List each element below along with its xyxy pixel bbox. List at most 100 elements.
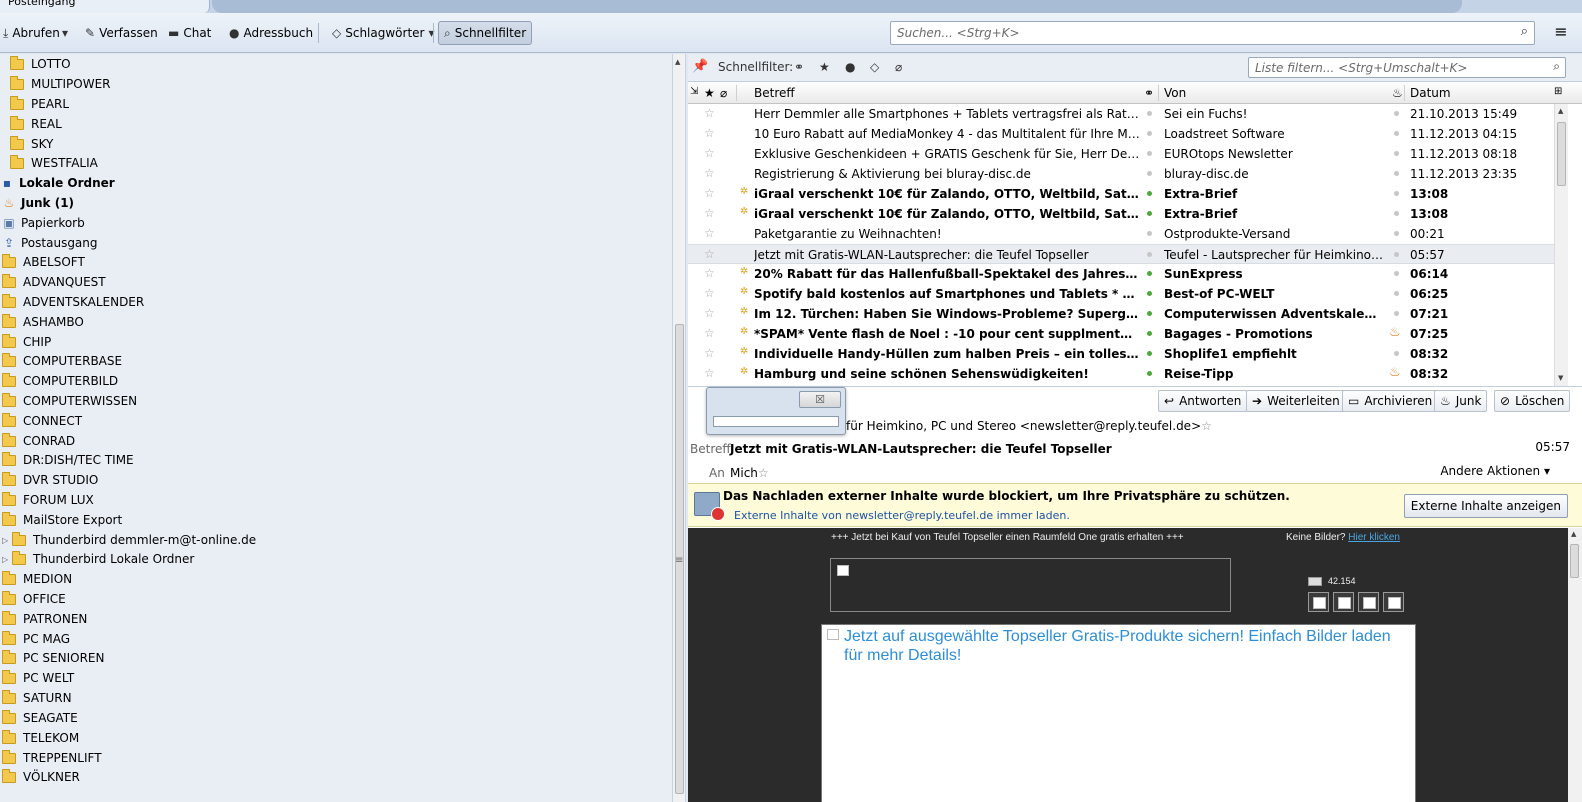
splitter-grip-icon[interactable]: ≡ <box>675 555 683 566</box>
folder-scrollbar[interactable]: ▲ <box>672 54 686 802</box>
folder-local[interactable]: ▪ Lokale Ordner <box>0 173 115 193</box>
junk-button[interactable]: ♨ Junk <box>1434 390 1488 412</box>
content-text[interactable]: Jetzt auf ausgewählte Topseller Gratis-P… <box>844 627 1409 665</box>
message-row[interactable]: ☆ ✲ iGraal verschenkt 10€ für Zalando, OTT… <box>688 184 1568 204</box>
pin-icon[interactable]: 📌 <box>692 59 708 74</box>
email-body-scrollbar[interactable]: ▲ <box>1568 528 1582 802</box>
scroll-up-icon[interactable]: ▲ <box>1571 530 1576 538</box>
junk-flame-icon[interactable]: ♨ <box>1389 365 1401 380</box>
folder-item[interactable]: VÖLKNER <box>2 767 80 787</box>
close-button[interactable]: ☒ <box>799 391 841 408</box>
thread-column-icon[interactable]: ⇲ <box>690 86 698 97</box>
from-column-header[interactable]: Von <box>1164 86 1186 100</box>
subject-column-header[interactable]: Betreff <box>754 86 795 100</box>
junk-flame-icon[interactable]: ♨ <box>1389 325 1401 340</box>
junk-dot-icon[interactable] <box>1394 271 1399 276</box>
junk-dot-icon[interactable] <box>1394 191 1399 196</box>
folder-item[interactable]: MEDION <box>2 569 72 589</box>
folder-item[interactable]: PC WELT <box>2 668 74 688</box>
folder-junk[interactable]: ♨ Junk (1) <box>2 193 74 213</box>
notice-link[interactable]: Externe Inhalte von newsletter@reply.teu… <box>734 509 1070 522</box>
contact-filter-icon[interactable]: ● <box>845 60 855 74</box>
folder-item[interactable]: ASHAMBO <box>2 312 84 332</box>
filter-input[interactable]: Liste filtern... <Strg+Umschalt+K> ⌕ <box>1248 57 1566 78</box>
scroll-thumb[interactable] <box>1557 122 1566 186</box>
scroll-up-icon[interactable]: ▲ <box>675 58 680 66</box>
folder-account-2[interactable]: ▷ Thunderbird Lokale Ordner <box>2 549 194 569</box>
star-icon[interactable]: ☆ <box>704 306 715 320</box>
star-icon[interactable]: ☆ <box>704 166 715 180</box>
folder-item[interactable]: WESTFALIA <box>10 153 98 173</box>
message-row[interactable]: ☆ Exklusive Geschenkideen + GRATIS Gesche… <box>688 144 1568 164</box>
star-icon[interactable]: ☆ <box>704 247 715 261</box>
folder-item[interactable]: REAL <box>10 114 62 134</box>
junk-dot-icon[interactable] <box>1394 111 1399 116</box>
compose-button[interactable]: ✎ Verfassen <box>80 21 163 45</box>
star-icon[interactable]: ☆ <box>704 206 715 220</box>
delete-button[interactable]: ⊘ Löschen <box>1494 390 1571 412</box>
junk-dot-icon[interactable] <box>1394 231 1399 236</box>
folder-outbox[interactable]: ⇪ Postausgang <box>2 233 98 253</box>
folder-item[interactable]: COMPUTERBASE <box>2 351 122 371</box>
column-picker-icon[interactable]: ⊞ <box>1554 86 1562 97</box>
read-dot-icon[interactable] <box>1147 252 1152 257</box>
archive-button[interactable]: ▭ Archivieren <box>1342 390 1439 412</box>
read-dot-icon[interactable] <box>1147 151 1152 156</box>
tab-inbox[interactable]: Posteingang <box>0 0 210 13</box>
unread-dot-icon[interactable] <box>1147 371 1152 376</box>
star-icon[interactable]: ☆ <box>758 466 769 480</box>
message-row[interactable]: ☆ Paketgarantie zu Weihnachten! Ostprodukt… <box>688 224 1568 244</box>
message-row[interactable]: ☆ 10 Euro Rabatt auf MediaMonkey 4 - das … <box>688 124 1568 144</box>
star-icon[interactable]: ☆ <box>704 186 715 200</box>
message-row[interactable]: ☆ ✲ Im 12. Türchen: Haben Sie Windows-Prob… <box>688 304 1568 324</box>
from-address[interactable]: für Heimkino, PC und Stereo <newsletter@… <box>846 419 1201 433</box>
show-remote-content-button[interactable]: Externe Inhalte anzeigen <box>1403 494 1568 518</box>
folder-item[interactable]: CONRAD <box>2 431 75 451</box>
scroll-up-icon[interactable]: ▲ <box>1558 107 1563 115</box>
folder-item[interactable]: MailStore Export <box>2 510 122 530</box>
star-icon[interactable]: ☆ <box>704 106 715 120</box>
tag-filter-icon[interactable]: ◇ <box>870 60 879 74</box>
junk-dot-icon[interactable] <box>1394 171 1399 176</box>
click-here-link[interactable]: Hier klicken <box>1348 532 1400 543</box>
app-menu-button[interactable]: ≡ <box>1552 23 1570 41</box>
folder-item[interactable]: PEARL <box>10 94 69 114</box>
social-image-icon[interactable] <box>1308 592 1329 612</box>
like-icon[interactable] <box>1308 576 1322 586</box>
star-icon[interactable]: ☆ <box>704 346 715 360</box>
folder-item[interactable]: SEAGATE <box>2 708 78 728</box>
social-image-icon[interactable] <box>1358 592 1379 612</box>
message-row[interactable]: ☆ Herr Demmler alle Smartphones + Tablets… <box>688 104 1568 124</box>
fetch-button[interactable]: ⤓ Abrufen <box>0 21 65 45</box>
junk-dot-icon[interactable] <box>1394 151 1399 156</box>
star-icon[interactable]: ☆ <box>1201 419 1212 433</box>
tags-button[interactable]: ◇ Schlagwörter ▾ <box>327 21 440 45</box>
folder-item[interactable]: PATRONEN <box>2 609 87 629</box>
unread-dot-icon[interactable] <box>1147 191 1152 196</box>
read-dot-icon[interactable] <box>1147 231 1152 236</box>
folder-item[interactable]: ADVANQUEST <box>2 272 106 292</box>
chat-button[interactable]: ▬ Chat <box>163 21 216 45</box>
star-filter-icon[interactable]: ★ <box>819 60 830 74</box>
folder-item[interactable]: OFFICE <box>2 589 66 609</box>
expand-icon[interactable]: ▷ <box>2 555 12 564</box>
message-row[interactable]: ☆ ✲ iGraal verschenkt 10€ für Zalando, OTT… <box>688 204 1568 224</box>
attachment-column-icon[interactable]: ⌀ <box>720 86 727 100</box>
scroll-down-icon[interactable]: ▼ <box>1558 374 1563 382</box>
folder-item[interactable]: TELEKOM <box>2 728 79 748</box>
folder-item[interactable]: MULTIPOWER <box>10 74 111 94</box>
read-dot-icon[interactable] <box>1147 111 1152 116</box>
folder-item[interactable]: DVR STUDIO <box>2 470 98 490</box>
social-image-icon[interactable] <box>1383 592 1404 612</box>
read-dot-icon[interactable] <box>1147 171 1152 176</box>
junk-dot-icon[interactable] <box>1394 131 1399 136</box>
folder-account-1[interactable]: ▷ Thunderbird demmler-m@t-online.de <box>2 530 256 550</box>
message-row[interactable]: ☆ Registrierung & Aktivierung bei bluray-… <box>688 164 1568 184</box>
message-row-selected[interactable]: ☆ Jetzt mit Gratis-WLAN-Lautsprecher: die… <box>688 244 1568 264</box>
junk-dot-icon[interactable] <box>1394 211 1399 216</box>
unread-dot-icon[interactable] <box>1147 291 1152 296</box>
star-icon[interactable]: ☆ <box>704 226 715 240</box>
folder-item[interactable]: DR:DISH/TEC TIME <box>2 450 134 470</box>
junk-dot-icon[interactable] <box>1394 311 1399 316</box>
forward-button[interactable]: ➔ Weiterleiten <box>1246 390 1346 412</box>
